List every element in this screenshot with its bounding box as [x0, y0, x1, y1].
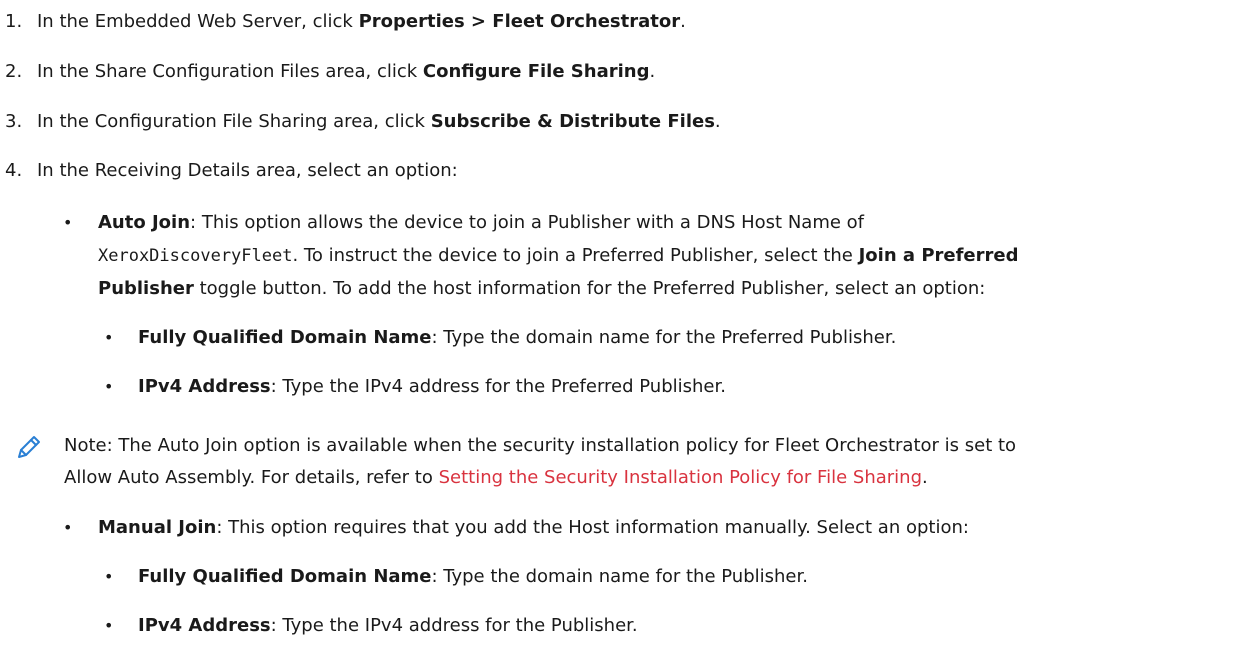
bullet: •: [63, 213, 73, 232]
step-number: 4.: [5, 160, 23, 181]
toggle-name: Join a Preferred: [858, 245, 1019, 266]
step-text: In the Embedded Web Server, click Proper…: [37, 11, 686, 32]
host-name: XeroxDiscoveryFleet: [98, 246, 293, 266]
step-number: 3.: [5, 111, 23, 132]
bullet: •: [104, 377, 114, 396]
security-policy-link[interactable]: Setting the Security Installation Policy…: [439, 467, 922, 488]
bullet: •: [63, 518, 73, 537]
button-name: Subscribe & Distribute Files: [430, 111, 715, 132]
step-text: In the Receiving Details area, select an…: [37, 160, 458, 181]
manual-join-label: Manual Join: [98, 517, 217, 538]
auto-join-label: Auto Join: [98, 212, 191, 233]
step-text: In the Configuration File Sharing area, …: [37, 111, 721, 132]
step-text: In the Share Configuration Files area, c…: [37, 61, 656, 82]
step-number: 1.: [5, 11, 23, 32]
step-number: 2.: [5, 61, 23, 82]
toggle-name: Publisher: [98, 278, 194, 299]
pencil-icon: [18, 436, 40, 458]
menu-path: Properties > Fleet Orchestrator: [358, 11, 681, 32]
button-name: Configure File Sharing: [422, 61, 650, 82]
bullet: •: [104, 328, 114, 347]
bullet: •: [104, 567, 114, 586]
bullet: •: [104, 616, 114, 635]
